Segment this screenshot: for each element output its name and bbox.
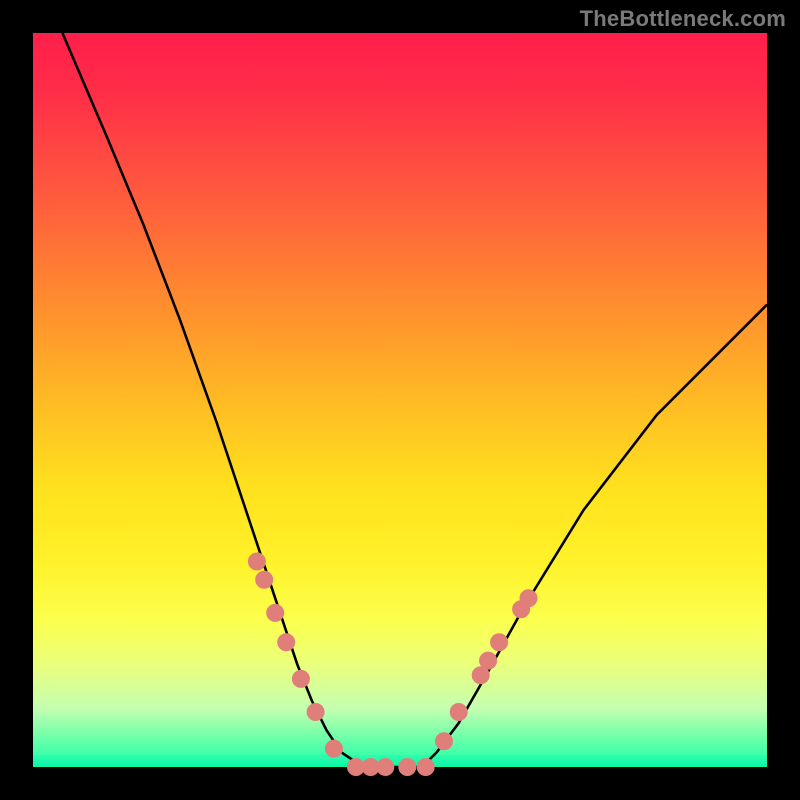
curve-marker: [325, 740, 342, 757]
curve-marker: [480, 652, 497, 669]
curve-marker: [267, 604, 284, 621]
curve-marker: [278, 634, 295, 651]
curve-svg: [33, 33, 767, 767]
curve-marker: [520, 590, 537, 607]
curve-marker: [248, 553, 265, 570]
v-curve-path: [62, 33, 767, 767]
curve-marker: [292, 670, 309, 687]
curve-marker: [491, 634, 508, 651]
curve-marker: [436, 733, 453, 750]
curve-marker: [417, 759, 434, 776]
curve-marker: [450, 704, 467, 721]
curve-marker: [256, 571, 273, 588]
curve-markers: [248, 553, 537, 776]
watermark-text: TheBottleneck.com: [580, 6, 786, 32]
curve-marker: [399, 759, 416, 776]
curve-marker: [377, 759, 394, 776]
plot-area: [33, 33, 767, 767]
chart-frame: TheBottleneck.com: [0, 0, 800, 800]
curve-marker: [307, 704, 324, 721]
